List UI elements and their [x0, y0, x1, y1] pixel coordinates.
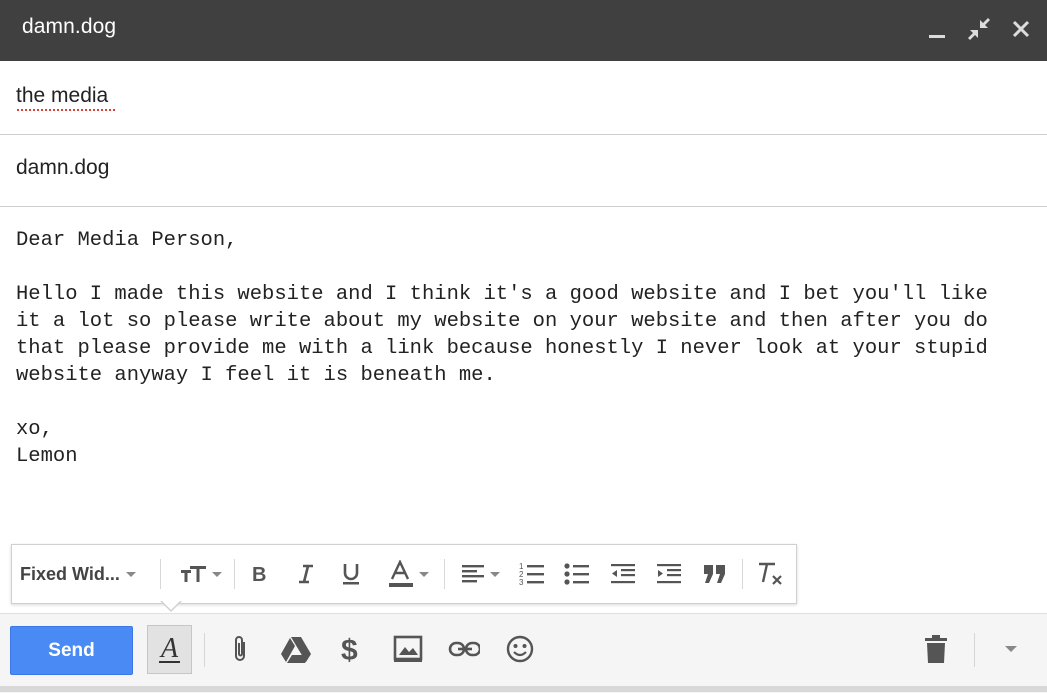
action-divider: [974, 633, 975, 667]
italic-button[interactable]: [289, 557, 321, 591]
quote-icon: [704, 565, 725, 583]
trash-icon: [925, 635, 947, 663]
chevron-down-icon: [419, 571, 429, 577]
body-line: it a lot so please write about my websit…: [16, 310, 988, 333]
font-family-select[interactable]: Fixed Wid...: [20, 557, 150, 591]
formatting-toggle-button[interactable]: A: [147, 625, 192, 674]
emoji-button[interactable]: [504, 632, 536, 666]
bold-icon: B: [252, 564, 266, 586]
numbered-list-icon: 1 2 3: [519, 562, 544, 587]
font-family-label: Fixed Wid...: [20, 563, 120, 584]
body-line: Hello I made this website and I think it…: [16, 283, 988, 306]
indent-more-button[interactable]: [652, 557, 686, 591]
numbered-list-button[interactable]: 1 2 3: [515, 557, 549, 591]
toolbar-pointer-inner: [161, 600, 181, 610]
formatting-toggle-icon: A: [158, 632, 181, 664]
body-line: Lemon: [16, 445, 78, 468]
subject-field[interactable]: damn.dog: [0, 134, 1047, 207]
formatting-toolbar: Fixed Wid... B 1 2 3: [11, 544, 797, 604]
chevron-down-icon: [212, 571, 222, 577]
indent-more-icon: [657, 564, 681, 584]
insert-link-button[interactable]: [448, 632, 480, 666]
exit-fullscreen-icon[interactable]: [964, 14, 994, 44]
toolbar-divider: [444, 559, 445, 589]
more-options-button[interactable]: [995, 632, 1027, 666]
bold-button[interactable]: B: [244, 557, 276, 591]
text-color-button[interactable]: [380, 557, 436, 591]
remove-formatting-icon: [759, 562, 782, 585]
attach-button[interactable]: [224, 632, 256, 666]
discard-button[interactable]: [920, 632, 952, 666]
text-size-icon: [181, 566, 206, 582]
indent-less-icon: [611, 564, 635, 584]
italic-icon: [299, 564, 313, 584]
close-icon[interactable]: [1006, 14, 1036, 44]
underline-icon: [343, 564, 359, 585]
chevron-down-icon: [490, 571, 500, 577]
remove-formatting-button[interactable]: [752, 557, 786, 591]
svg-text:3: 3: [519, 578, 524, 587]
minimize-icon[interactable]: [922, 14, 952, 44]
text-color-icon: [389, 560, 413, 587]
window-title: damn.dog: [22, 15, 117, 38]
attach-icon: [235, 636, 245, 661]
bulleted-list-button[interactable]: [560, 557, 594, 591]
message-body[interactable]: Dear Media Person, Hello I made this web…: [16, 227, 1016, 470]
send-button[interactable]: Send: [10, 626, 133, 675]
photo-button[interactable]: [392, 632, 424, 666]
body-line: that please provide me with a link becau…: [16, 337, 988, 360]
chevron-down-icon: [125, 571, 136, 577]
body-line: [16, 389, 1016, 416]
indent-less-button[interactable]: [606, 557, 640, 591]
photo-icon: [393, 635, 423, 662]
body-line: [16, 254, 1016, 281]
svg-text:B: B: [252, 564, 266, 586]
chevron-down-icon: [1005, 646, 1017, 652]
text-size-button[interactable]: [172, 557, 228, 591]
drive-icon: [281, 637, 311, 663]
money-button[interactable]: $: [335, 632, 367, 666]
money-icon: $: [341, 634, 358, 665]
align-button[interactable]: [452, 557, 508, 591]
emoji-icon: [506, 635, 534, 663]
link-icon: [448, 641, 480, 657]
to-field[interactable]: the media: [0, 61, 1047, 135]
underline-button[interactable]: [335, 557, 367, 591]
body-line: xo,: [16, 418, 53, 441]
toolbar-divider: [160, 559, 161, 589]
align-icon: [462, 565, 484, 583]
action-divider: [204, 633, 205, 667]
bulleted-list-icon: [564, 563, 589, 585]
quote-button[interactable]: [698, 557, 732, 591]
compose-action-bar: Send A $: [0, 613, 1047, 693]
bottom-border: [0, 686, 1047, 692]
toolbar-divider: [234, 559, 235, 589]
spellcheck-underline: [16, 108, 116, 112]
body-line: Dear Media Person,: [16, 229, 238, 252]
compose-titlebar: damn.dog: [0, 0, 1047, 61]
drive-button[interactable]: [280, 632, 312, 666]
toolbar-divider: [742, 559, 743, 589]
subject-value[interactable]: damn.dog: [16, 156, 109, 180]
svg-text:$: $: [341, 634, 358, 665]
to-recipient[interactable]: the media: [16, 84, 108, 108]
body-line: website anyway I feel it is beneath me.: [16, 364, 496, 387]
